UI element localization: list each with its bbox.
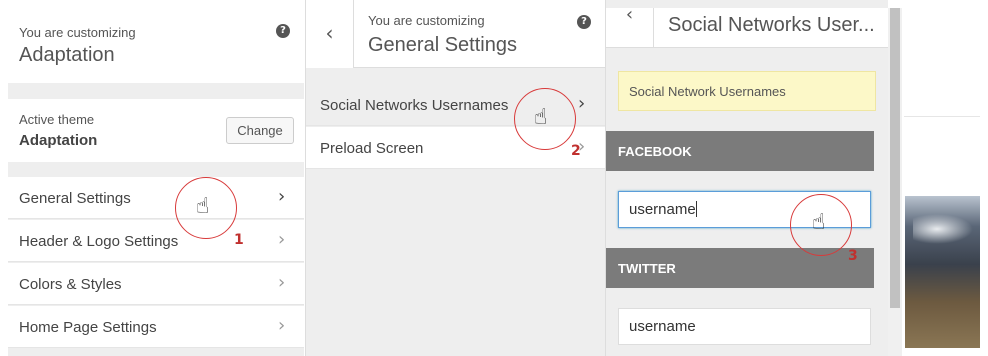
back-button[interactable]: ‹ xyxy=(606,6,654,48)
help-icon[interactable]: ? xyxy=(276,24,290,38)
preview-image-detail xyxy=(913,214,973,244)
section-header: ‹ You are customizing General Settings ? xyxy=(306,0,606,68)
chevron-right-icon: › xyxy=(278,315,286,336)
section-title: Social Networks User... xyxy=(668,14,875,36)
menu-item-label: General Settings xyxy=(19,190,131,207)
step-number-1: 1 xyxy=(234,232,244,248)
chevron-right-icon: › xyxy=(278,186,286,207)
twitter-heading: TWITTER xyxy=(606,248,874,288)
pointer-hand-icon: ☝ xyxy=(196,194,210,219)
menu-item-header-logo-settings[interactable]: Header & Logo Settings › xyxy=(8,220,304,262)
preview-mountain-image xyxy=(905,196,980,348)
back-button[interactable]: ‹ xyxy=(306,0,354,68)
site-title: Adaptation xyxy=(19,44,115,66)
section-item-label: Preload Screen xyxy=(320,140,424,157)
menu-item-home-page-settings[interactable]: Home Page Settings › xyxy=(8,306,304,348)
customizing-label: You are customizing xyxy=(368,13,485,28)
chevron-left-icon: ‹ xyxy=(625,4,634,25)
active-theme-label: Active theme xyxy=(19,112,95,127)
facebook-username-value: username xyxy=(629,201,696,218)
text-caret xyxy=(695,201,697,217)
chevron-left-icon: ‹ xyxy=(325,21,334,45)
pointer-hand-icon: ☝ xyxy=(812,210,826,235)
preview-divider xyxy=(904,116,980,117)
customizer-panel-social-networks: ‹ Social Networks User... Social Network… xyxy=(605,0,889,356)
chevron-right-icon: › xyxy=(578,93,586,114)
step-number-2: 2 xyxy=(571,143,581,159)
panel-scrollbar[interactable] xyxy=(888,8,902,356)
menu-item-label: Home Page Settings xyxy=(19,319,157,336)
help-icon[interactable]: ? xyxy=(577,15,591,29)
pointer-hand-icon: ☝ xyxy=(534,105,548,130)
customizer-header: You are customizing Adaptation ? xyxy=(8,0,304,83)
menu-item-label: Header & Logo Settings xyxy=(19,233,179,250)
section-item-label: Social Networks Usernames xyxy=(320,97,509,114)
customizer-panel-main: You are customizing Adaptation ? Active … xyxy=(8,0,304,356)
chevron-right-icon: › xyxy=(278,229,286,250)
customizing-label: You are customizing xyxy=(19,25,136,40)
section-notice: Social Network Usernames xyxy=(618,71,876,111)
menu-item-colors-styles[interactable]: Colors & Styles › xyxy=(8,263,304,305)
step-number-3: 3 xyxy=(848,248,858,264)
active-theme-section: Active theme Adaptation Change xyxy=(8,99,304,162)
change-theme-button[interactable]: Change xyxy=(226,117,294,144)
twitter-username-value: username xyxy=(629,318,696,335)
section-header: ‹ Social Networks User... xyxy=(606,6,889,48)
menu-item-general-settings[interactable]: General Settings › xyxy=(8,177,304,219)
menu-item-label: Colors & Styles xyxy=(19,276,122,293)
chevron-right-icon: › xyxy=(278,272,286,293)
customizer-panel-general-settings: ‹ You are customizing General Settings ?… xyxy=(305,0,606,356)
scrollbar-thumb[interactable] xyxy=(890,8,900,308)
facebook-heading: FACEBOOK xyxy=(606,131,874,171)
twitter-username-input[interactable]: username xyxy=(618,308,871,345)
active-theme-name: Adaptation xyxy=(19,132,98,149)
section-title: General Settings xyxy=(368,34,517,56)
